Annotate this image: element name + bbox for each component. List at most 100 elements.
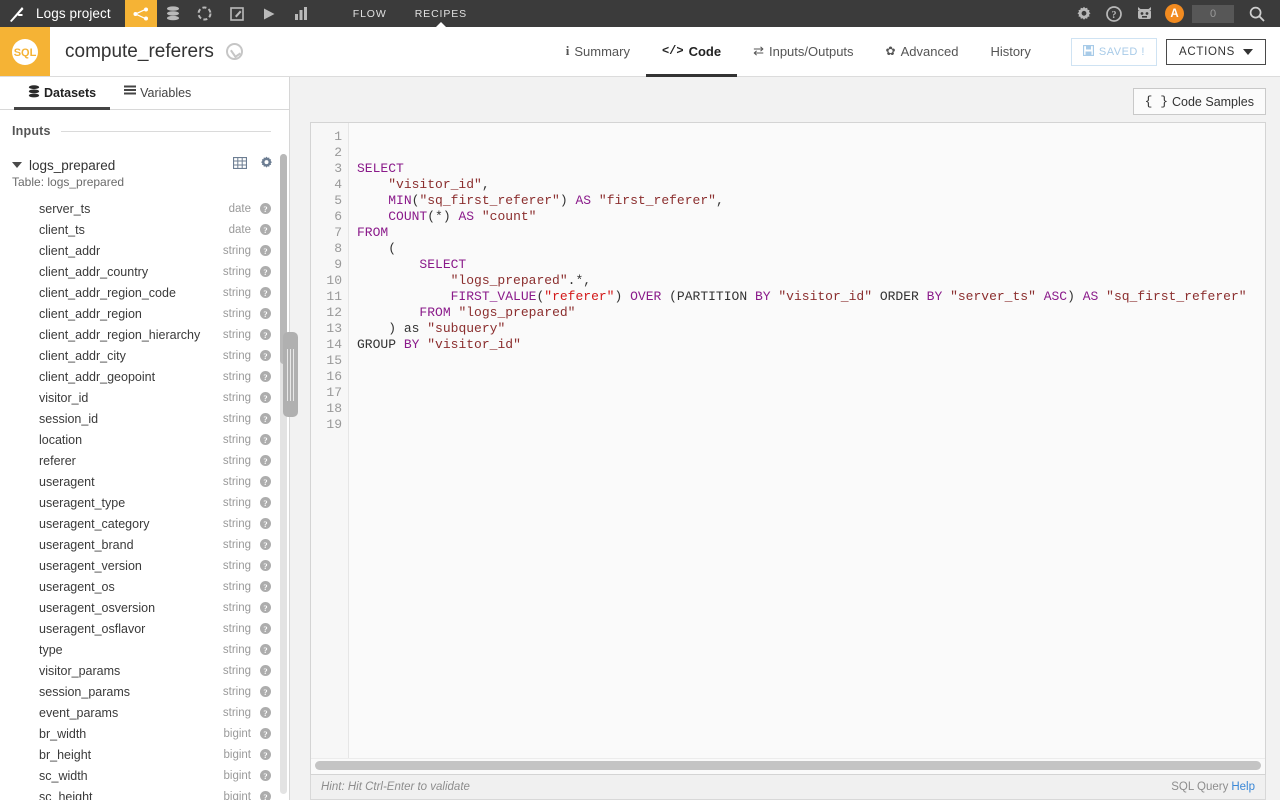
field-name: event_params	[39, 706, 118, 720]
sql-code-content[interactable]: SELECT "visitor_id", MIN("sq_first_refer…	[349, 123, 1265, 758]
project-name[interactable]: Logs project	[34, 6, 125, 21]
pane-resize-handle[interactable]	[283, 332, 298, 417]
field-help-icon[interactable]: ?	[260, 791, 271, 800]
field-row[interactable]: refererstring?	[0, 450, 289, 471]
field-help-icon[interactable]: ?	[260, 434, 271, 445]
gear-icon[interactable]	[1069, 0, 1099, 27]
tab-history[interactable]: History	[974, 28, 1046, 77]
editor-horizontal-scrollbar[interactable]	[311, 758, 1265, 774]
field-row[interactable]: br_widthbigint?	[0, 723, 289, 744]
field-row[interactable]: useragent_osflavorstring?	[0, 618, 289, 639]
field-help-icon[interactable]: ?	[260, 497, 271, 508]
field-row[interactable]: client_addr_citystring?	[0, 345, 289, 366]
field-help-icon[interactable]: ?	[260, 686, 271, 697]
jobs-icon[interactable]	[253, 0, 285, 27]
field-row[interactable]: locationstring?	[0, 429, 289, 450]
dataiku-logo-icon[interactable]	[0, 0, 34, 27]
field-row[interactable]: useragent_typestring?	[0, 492, 289, 513]
help-icon[interactable]: ?	[1099, 0, 1129, 27]
field-help-icon[interactable]: ?	[260, 392, 271, 403]
field-help-icon[interactable]: ?	[260, 266, 271, 277]
field-row[interactable]: session_idstring?	[0, 408, 289, 429]
field-row[interactable]: client_tsdate?	[0, 219, 289, 240]
field-help-icon[interactable]: ?	[260, 308, 271, 319]
tab-inputs-outputs[interactable]: ⇄ Inputs/Outputs	[737, 28, 869, 77]
notebook-icon[interactable]	[221, 0, 253, 27]
field-row[interactable]: event_paramsstring?	[0, 702, 289, 723]
field-help-icon[interactable]: ?	[260, 623, 271, 634]
field-row[interactable]: client_addrstring?	[0, 240, 289, 261]
field-name: visitor_params	[39, 664, 120, 678]
field-row[interactable]: useragent_osstring?	[0, 576, 289, 597]
charts-icon[interactable]	[285, 0, 317, 27]
field-row[interactable]: sc_heightbigint?	[0, 786, 289, 800]
field-row[interactable]: useragent_brandstring?	[0, 534, 289, 555]
sql-editor-body[interactable]: 12345678910111213141516171819 SELECT "vi…	[311, 123, 1265, 758]
sidebar-tab-datasets[interactable]: Datasets	[14, 78, 110, 110]
field-row[interactable]: client_addr_geopointstring?	[0, 366, 289, 387]
field-help-icon[interactable]: ?	[260, 560, 271, 571]
sidebar-scrollbar[interactable]	[280, 154, 287, 794]
chevron-down-icon[interactable]	[12, 162, 22, 168]
dataset-row[interactable]: logs_prepared	[0, 146, 289, 174]
field-help-icon[interactable]: ?	[260, 245, 271, 256]
field-row[interactable]: visitor_paramsstring?	[0, 660, 289, 681]
field-help-icon[interactable]: ?	[260, 707, 271, 718]
field-help-icon[interactable]: ?	[260, 476, 271, 487]
field-help-icon[interactable]: ?	[260, 371, 271, 382]
field-row[interactable]: typestring?	[0, 639, 289, 660]
nav-link-flow[interactable]: FLOW	[339, 0, 401, 27]
nav-link-recipes[interactable]: RECIPES	[401, 0, 481, 27]
field-help-icon[interactable]: ?	[260, 644, 271, 655]
field-name: referer	[39, 454, 76, 468]
field-row[interactable]: useragentstring?	[0, 471, 289, 492]
tab-advanced[interactable]: ✿ Advanced	[870, 28, 975, 77]
field-help-icon[interactable]: ?	[260, 413, 271, 424]
field-row[interactable]: client_addr_region_codestring?	[0, 282, 289, 303]
search-icon[interactable]	[1242, 0, 1272, 27]
field-help-icon[interactable]: ?	[260, 770, 271, 781]
field-row[interactable]: client_addr_countrystring?	[0, 261, 289, 282]
gear-icon[interactable]	[260, 156, 273, 174]
field-help-icon[interactable]: ?	[260, 203, 271, 214]
tutorial-icon[interactable]	[1129, 0, 1159, 27]
notification-count[interactable]: 0	[1192, 5, 1234, 23]
tab-code[interactable]: </> Code	[646, 28, 737, 77]
field-row[interactable]: session_paramsstring?	[0, 681, 289, 702]
field-row[interactable]: useragent_osversionstring?	[0, 597, 289, 618]
field-help-icon[interactable]: ?	[260, 224, 271, 235]
field-type: bigint	[224, 791, 261, 800]
field-help-icon[interactable]: ?	[260, 287, 271, 298]
sidebar-tab-variables[interactable]: Variables	[110, 78, 205, 110]
table-grid-icon[interactable]	[233, 156, 247, 174]
field-row[interactable]: useragent_versionstring?	[0, 555, 289, 576]
field-help-icon[interactable]: ?	[260, 539, 271, 550]
sql-editor[interactable]: 12345678910111213141516171819 SELECT "vi…	[310, 122, 1266, 775]
field-row[interactable]: useragent_categorystring?	[0, 513, 289, 534]
avatar[interactable]: A	[1165, 4, 1184, 23]
field-help-icon[interactable]: ?	[260, 602, 271, 613]
field-row[interactable]: client_addr_regionstring?	[0, 303, 289, 324]
flow-icon[interactable]	[125, 0, 157, 27]
actions-button[interactable]: ACTIONS	[1166, 39, 1266, 65]
datasets-icon[interactable]	[157, 0, 189, 27]
field-row[interactable]: sc_widthbigint?	[0, 765, 289, 786]
field-help-icon[interactable]: ?	[260, 329, 271, 340]
field-help-icon[interactable]: ?	[260, 665, 271, 676]
editor-horizontal-scrollbar-thumb[interactable]	[315, 761, 1261, 770]
field-row[interactable]: server_tsdate?	[0, 198, 289, 219]
tab-summary[interactable]: i Summary	[550, 28, 646, 77]
recipes-icon[interactable]	[189, 0, 221, 27]
field-row[interactable]: visitor_idstring?	[0, 387, 289, 408]
field-help-icon[interactable]: ?	[260, 518, 271, 529]
field-row[interactable]: client_addr_region_hierarchystring?	[0, 324, 289, 345]
field-help-icon[interactable]: ?	[260, 728, 271, 739]
code-samples-button[interactable]: { } Code Samples	[1133, 88, 1266, 115]
saved-button[interactable]: SAVED !	[1071, 38, 1157, 66]
field-help-icon[interactable]: ?	[260, 749, 271, 760]
help-link[interactable]: Help	[1228, 781, 1255, 793]
field-help-icon[interactable]: ?	[260, 350, 271, 361]
field-row[interactable]: br_heightbigint?	[0, 744, 289, 765]
field-help-icon[interactable]: ?	[260, 455, 271, 466]
field-help-icon[interactable]: ?	[260, 581, 271, 592]
